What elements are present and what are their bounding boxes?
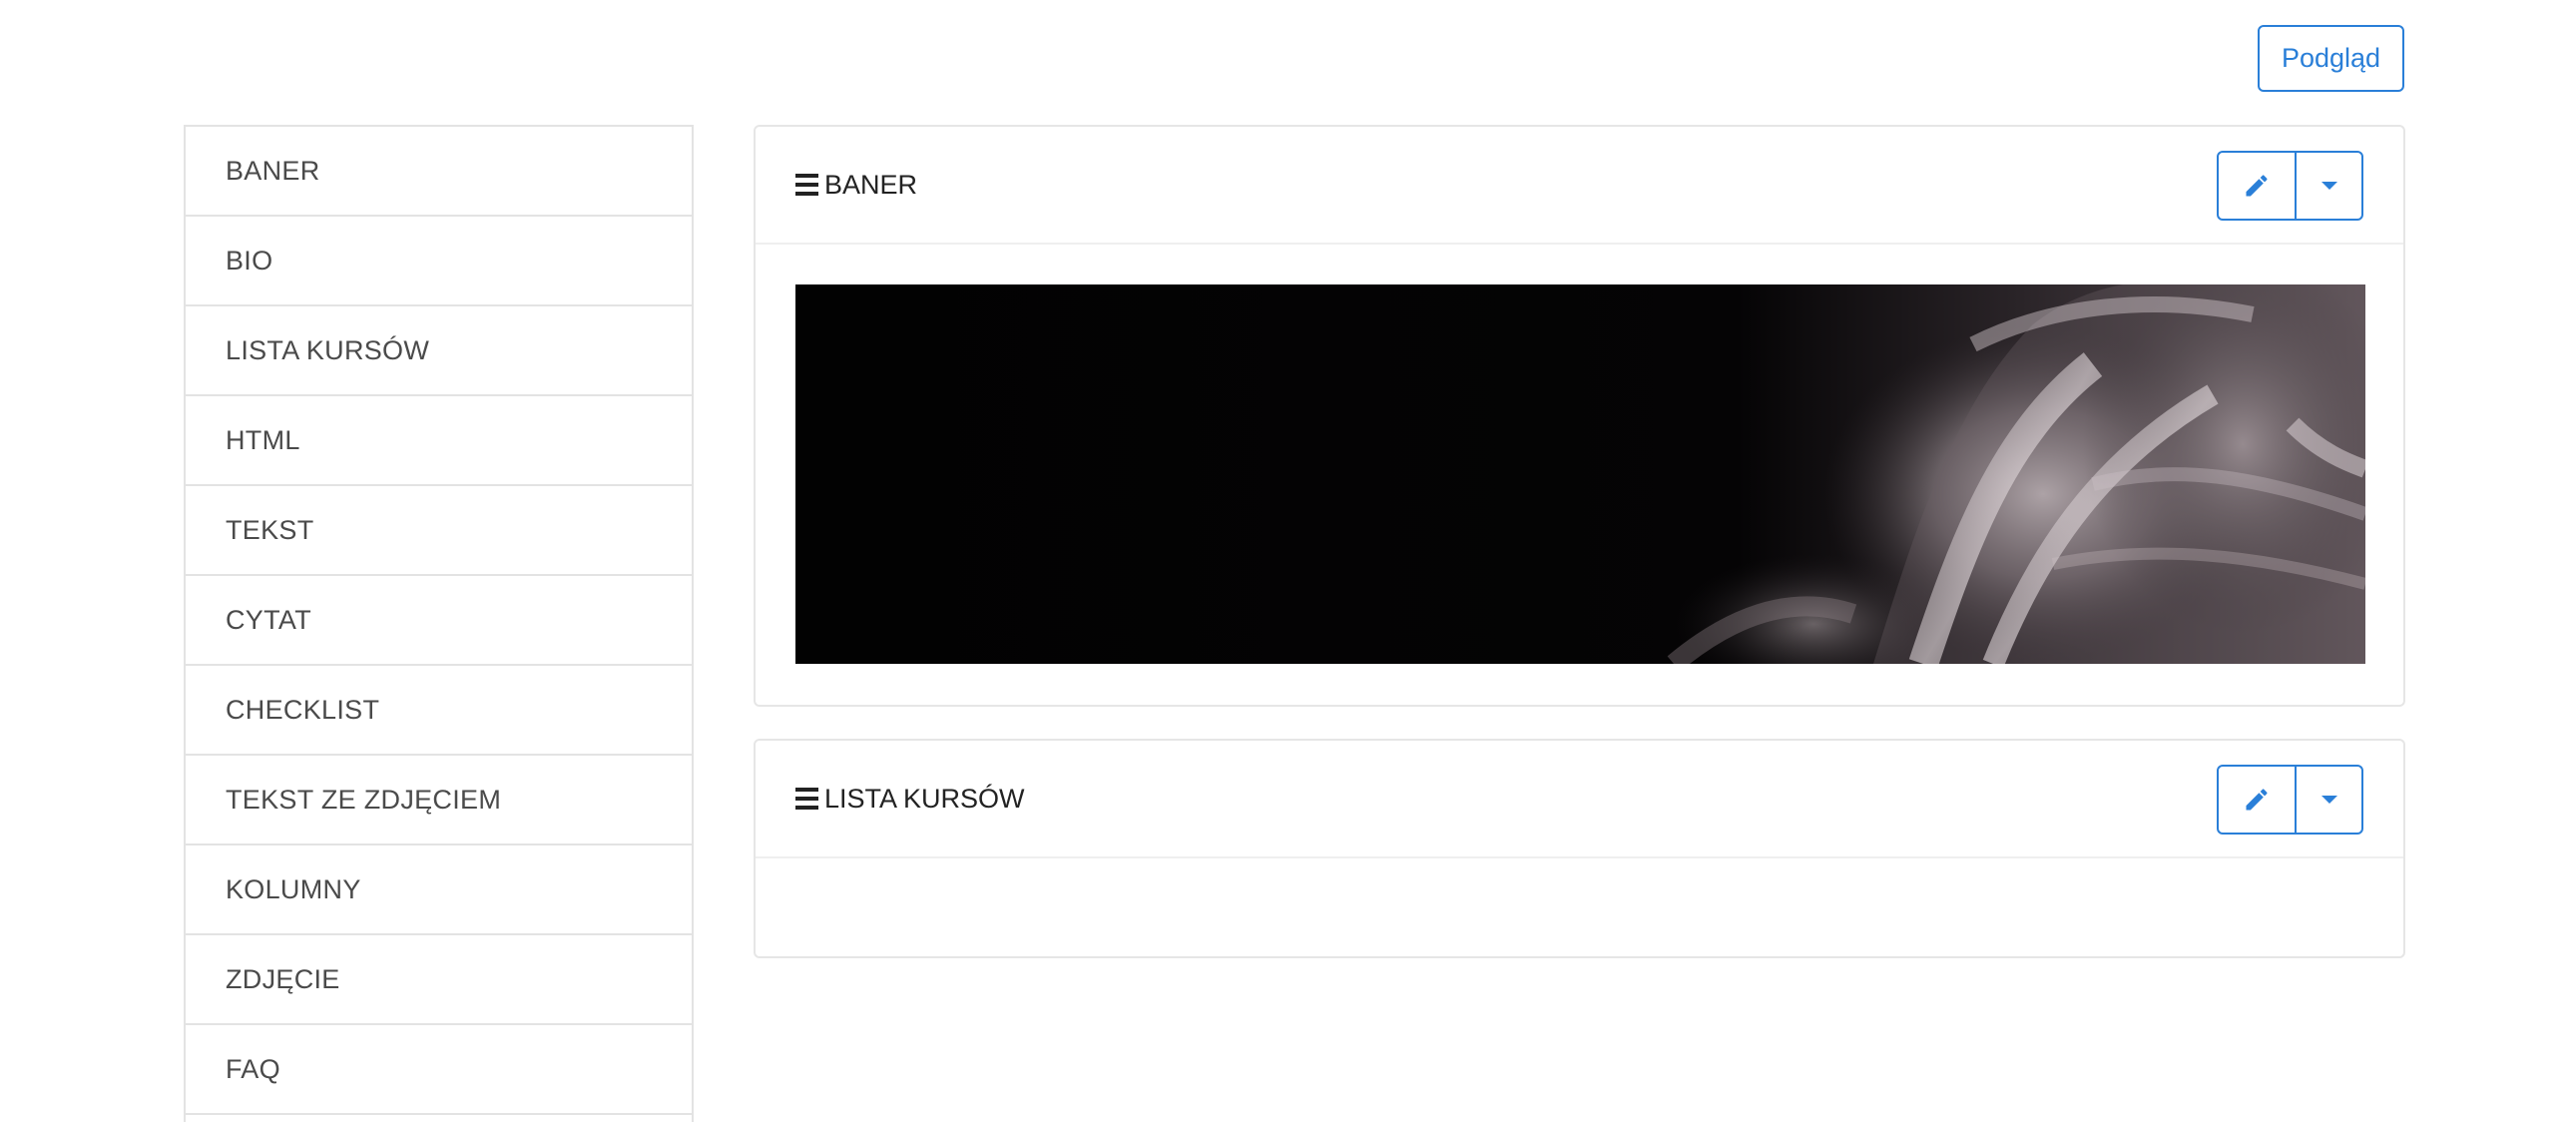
preview-button[interactable]: Podgląd — [2258, 25, 2404, 92]
sidebar-item-zdjecie[interactable]: ZDJĘCIE — [186, 935, 692, 1025]
sidebar-item-cytat[interactable]: CYTAT — [186, 576, 692, 666]
sidebar-item-checklist[interactable]: CHECKLIST — [186, 666, 692, 756]
sidebar-item-label: LISTA KURSÓW — [226, 334, 430, 365]
sidebar-item-baner[interactable]: BANER — [186, 127, 692, 217]
sidebar-item-label: BIO — [226, 245, 273, 276]
panel-header: BANER — [756, 127, 2403, 245]
sidebar-item-bio[interactable]: BIO — [186, 217, 692, 306]
drag-handle-icon[interactable] — [795, 174, 818, 196]
section-panel-lista-kursow: LISTA KURSÓW — [754, 739, 2405, 958]
drag-handle-icon[interactable] — [795, 788, 818, 810]
sidebar-item-lista-kursow[interactable]: LISTA KURSÓW — [186, 306, 692, 396]
sidebar-item-tekst[interactable]: TEKST — [186, 486, 692, 576]
dropdown-toggle-button[interactable] — [2297, 767, 2361, 833]
caret-down-icon — [2320, 796, 2337, 804]
section-title: BANER — [824, 169, 918, 200]
sidebar-item-label: CHECKLIST — [226, 694, 380, 725]
sidebar-item-kolumny[interactable]: KOLUMNY — [186, 845, 692, 935]
caret-down-icon — [2320, 182, 2337, 190]
pencil-icon — [2246, 175, 2268, 197]
sidebar-item-label: BANER — [226, 155, 320, 186]
sidebar-item-label: KOLUMNY — [226, 873, 361, 904]
section-panel-baner: BANER — [754, 125, 2405, 707]
section-actions — [2217, 151, 2363, 221]
sidebar-item-label: HTML — [226, 424, 300, 455]
dropdown-toggle-button[interactable] — [2297, 153, 2361, 219]
sidebar-item-tekst-ze-zdjeciem[interactable]: TEKST ZE ZDJĘCIEM — [186, 756, 692, 845]
sidebar-item-label: TEKST ZE ZDJĘCIEM — [226, 784, 502, 815]
edit-button[interactable] — [2219, 153, 2297, 219]
edit-button[interactable] — [2219, 767, 2297, 833]
sidebar-item-label: ZDJĘCIE — [226, 963, 340, 994]
sidebar-item-label: CYTAT — [226, 604, 311, 635]
panel-title[interactable]: LISTA KURSÓW — [795, 784, 1025, 815]
sidebar-item-html[interactable]: HTML — [186, 396, 692, 486]
pencil-icon — [2246, 789, 2268, 811]
section-title: LISTA KURSÓW — [824, 783, 1025, 814]
sidebar-item-label: FAQ — [226, 1053, 280, 1084]
section-actions — [2217, 765, 2363, 835]
banner-image — [795, 284, 2365, 664]
block-sidebar: BANER BIO LISTA KURSÓW HTML TEKST CYTAT … — [184, 125, 694, 1122]
panel-title[interactable]: BANER — [795, 170, 917, 201]
sidebar-item-label: TEKST — [226, 514, 314, 545]
panel-header: LISTA KURSÓW — [756, 741, 2403, 858]
sidebar-item-faq[interactable]: FAQ — [186, 1025, 692, 1115]
